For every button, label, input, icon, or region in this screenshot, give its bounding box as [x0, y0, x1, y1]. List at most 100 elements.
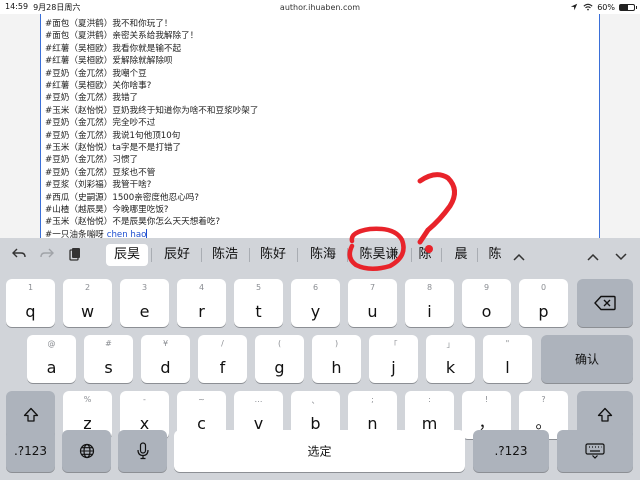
key-alt-symbol: 、: [311, 396, 320, 405]
doc-line: #豆浆（刘彩福）我管干啥?: [45, 180, 152, 191]
microphone-icon: [136, 442, 149, 460]
candidate-separator: [151, 248, 152, 262]
numbers-key-right[interactable]: .?123: [473, 430, 549, 472]
key-u[interactable]: 7u: [348, 279, 397, 327]
expand-candidates-icon[interactable]: [510, 249, 528, 265]
candidate-4[interactable]: 陈好: [252, 244, 294, 266]
key-o[interactable]: 9o: [462, 279, 511, 327]
shift-icon: [597, 407, 613, 422]
candidate-separator: [249, 248, 250, 262]
keyboard-hide-icon: [585, 443, 605, 459]
key-j[interactable]: 「j: [369, 335, 418, 383]
battery-icon: [619, 3, 637, 11]
key-alt-symbol: #: [105, 339, 112, 348]
key-i[interactable]: 8i: [405, 279, 454, 327]
doc-line: #玉米（赵怡悦）不是辰昊你怎么天天想着吃?: [45, 217, 221, 228]
doc-line: #豆奶（金兀然）豆浆也不管: [45, 167, 156, 178]
redo-icon: [38, 247, 56, 263]
candidate-separator: [201, 248, 202, 262]
doc-line: #豆奶（金兀然）我嘲个豆: [45, 68, 147, 79]
numbers-key-left[interactable]: .?123: [6, 430, 55, 472]
text-caret: [146, 228, 148, 238]
candidate-separator: [297, 248, 298, 262]
key-w[interactable]: 2w: [63, 279, 112, 327]
status-right: 60%: [569, 3, 637, 12]
key-h[interactable]: ) h: [312, 335, 361, 383]
key-alt-symbol: !: [484, 395, 489, 404]
key-letter: q: [25, 302, 36, 321]
key-alt-symbol: ~: [198, 395, 205, 404]
key-alt-symbol: ?: [541, 395, 546, 404]
clipboard-icon[interactable]: [66, 247, 84, 265]
key-t[interactable]: 5t: [234, 279, 283, 327]
key-alt-symbol: ": [505, 339, 510, 348]
key-alt-symbol: /: [221, 339, 224, 348]
key-letter: g: [274, 358, 285, 377]
confirm-key[interactable]: 确认: [541, 335, 633, 383]
location-arrow-icon: [571, 3, 578, 11]
candidate-6[interactable]: 陈昊谦: [350, 244, 408, 266]
key-f[interactable]: / f: [198, 335, 247, 383]
key-letter: l: [505, 358, 510, 377]
space-key[interactable]: 选定: [174, 430, 465, 472]
key-letter: a: [46, 358, 57, 377]
numbers-label: .?123: [13, 444, 48, 458]
key-a[interactable]: @ a: [27, 335, 76, 383]
key-alt-symbol: 5: [255, 283, 262, 292]
candidate-9[interactable]: 陈: [482, 244, 508, 266]
key-q[interactable]: 1q: [6, 279, 55, 327]
nav-down-icon[interactable]: [612, 249, 630, 265]
key-alt-symbol: 0: [540, 283, 547, 292]
candidate-7[interactable]: 陈: [412, 244, 438, 266]
key-l[interactable]: " l: [483, 335, 532, 383]
hide-keyboard-key[interactable]: [557, 430, 633, 472]
key-letter: w: [80, 302, 95, 321]
doc-line: #豆奶（金兀然）我错了: [45, 93, 139, 104]
doc-line: #豆奶（金兀然）我说1句他顶10句: [45, 130, 181, 141]
candidate-8[interactable]: 晨: [448, 244, 474, 266]
key-d[interactable]: ¥ d: [141, 335, 190, 383]
battery-fill: [620, 4, 629, 10]
candidate-1[interactable]: 辰昊: [106, 244, 148, 266]
editor-page: #面包（夏洪鹤）我不和你玩了！ #面包（夏洪鹤）亲密关系给我解除了！ #红薯（吴桓欧…: [0, 14, 640, 240]
globe-key[interactable]: [62, 430, 111, 472]
ios-keyboard: 辰昊 辰好 陈浩 陈好 陈海 陈昊谦陈晨陈 1 q 2 w 3 e 4 r 5 t 6 y 7 u 8 i 9 o 0 p @ a #…: [0, 238, 640, 480]
space-label: 选定: [307, 444, 332, 459]
key-alt-symbol: …: [254, 395, 263, 404]
key-y[interactable]: 6y: [291, 279, 340, 327]
key-r[interactable]: 4r: [177, 279, 226, 327]
key-e[interactable]: 3e: [120, 279, 169, 327]
key-alt-symbol: 8: [426, 283, 433, 292]
key-letter: d: [160, 358, 171, 377]
doc-line: #红薯（吴桓欧）我看你就是输不起: [45, 43, 182, 54]
chat-script-editor[interactable]: #面包（夏洪鹤）我不和你玩了！ #面包（夏洪鹤）亲密关系给我解除了！ #红薯（吴桓欧…: [40, 14, 600, 240]
status-bar: 14:59 9月28日周六 author.ihuaben.com 60%: [0, 0, 640, 14]
key-letter: i: [427, 302, 432, 321]
key-alt-symbol: -: [143, 395, 146, 404]
key-alt-symbol: 7: [369, 283, 376, 292]
key-letter: h: [331, 358, 342, 377]
key-letter: u: [367, 302, 378, 321]
wifi-icon: [583, 3, 593, 11]
key-letter: j: [391, 358, 396, 377]
key-p[interactable]: 0p: [519, 279, 568, 327]
undo-icon[interactable]: [10, 247, 28, 263]
key-letter: f: [219, 358, 226, 377]
key-g[interactable]: (g: [255, 335, 304, 383]
candidate-5[interactable]: 陈海: [302, 244, 344, 266]
nav-up-icon[interactable]: [584, 249, 602, 265]
doc-line: #红薯（吴桓欧）爱解除就解除呗: [45, 56, 173, 67]
candidate-3[interactable]: 陈浩: [204, 244, 246, 266]
key-k[interactable]: 」 k: [426, 335, 475, 383]
candidate-2[interactable]: 辰好: [156, 244, 198, 266]
doc-line: #玉米（赵怡悦）豆奶我终于知道你为啥不和豆浆吵架了: [45, 105, 259, 116]
delete-key[interactable]: [577, 279, 633, 327]
key-s[interactable]: # s: [84, 335, 133, 383]
microphone-key[interactable]: [118, 430, 167, 472]
key-alt-symbol: 4: [198, 283, 205, 292]
doc-line: #西瓜（史嗣源）1500亲密度他忍心吗?: [45, 192, 199, 203]
key-alt-symbol: 「: [389, 340, 398, 349]
candidate-separator: [441, 248, 442, 262]
key-letter: k: [445, 358, 456, 377]
page-url: author.ihuaben.com: [279, 2, 361, 12]
